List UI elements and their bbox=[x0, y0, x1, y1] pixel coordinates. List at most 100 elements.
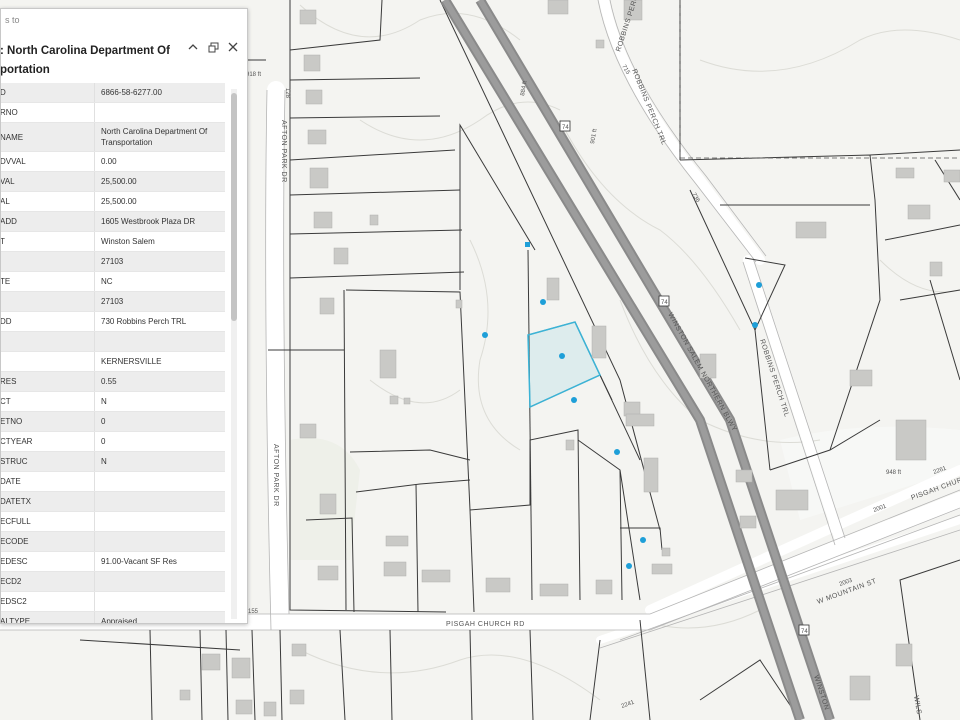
popup-title-line1: : North Carolina Department Of bbox=[0, 45, 170, 57]
field-name: STRUC bbox=[1, 452, 95, 471]
popup-title: : North Carolina Department Of portation bbox=[0, 42, 180, 80]
popup-actions bbox=[185, 39, 241, 55]
table-row: EDSC2 bbox=[1, 592, 225, 612]
elev-918: 918 ft bbox=[246, 72, 261, 78]
popup-scrollbar[interactable] bbox=[231, 89, 237, 619]
field-name: CT bbox=[1, 392, 95, 411]
field-value: Appraised bbox=[101, 617, 138, 624]
table-row: D 6866-58-6277.00 bbox=[1, 83, 225, 103]
field-value bbox=[95, 332, 225, 351]
table-row: ECODE bbox=[1, 532, 225, 552]
table-row: CT N bbox=[1, 392, 225, 412]
table-row: ECD2 bbox=[1, 572, 225, 592]
field-value: 0 bbox=[101, 437, 106, 446]
dock-icon[interactable] bbox=[205, 39, 221, 55]
table-row: EDESC 91.00-Vacant SF Res bbox=[1, 552, 225, 572]
field-value: 27103 bbox=[101, 257, 124, 266]
field-name: EDSC2 bbox=[1, 592, 95, 611]
table-row: RES 0.55 bbox=[1, 372, 225, 392]
table-row: RNO bbox=[1, 103, 225, 123]
pisgah-church-rd-label: PISGAH CHURCH RD bbox=[446, 621, 525, 628]
field-value: N bbox=[101, 457, 107, 466]
field-value: N bbox=[101, 397, 107, 406]
field-name: RES bbox=[1, 372, 95, 391]
field-name: NAME bbox=[1, 123, 95, 151]
field-value bbox=[95, 592, 225, 611]
field-name bbox=[1, 332, 95, 351]
table-row: ECFULL bbox=[1, 512, 225, 532]
table-row: KERNERSVILLE bbox=[1, 352, 225, 372]
table-row: 27103 bbox=[1, 252, 225, 272]
table-row: CTYEAR 0 bbox=[1, 432, 225, 452]
route-74-a: 74 bbox=[562, 125, 569, 131]
field-value: 730 Robbins Perch TRL bbox=[101, 317, 187, 326]
field-name: RNO bbox=[1, 103, 95, 122]
table-row: VAL 25,500.00 bbox=[1, 172, 225, 192]
table-row: STRUC N bbox=[1, 452, 225, 472]
field-value: 27103 bbox=[101, 297, 124, 306]
field-name: DVVAL bbox=[1, 152, 95, 171]
table-row: DVVAL 0.00 bbox=[1, 152, 225, 172]
table-row bbox=[1, 332, 225, 352]
field-name: ETNO bbox=[1, 412, 95, 431]
field-value: North Carolina Department Of Transportat… bbox=[101, 127, 208, 147]
table-row: NAME North Carolina Department Of Transpo… bbox=[1, 123, 225, 152]
table-row: TE NC bbox=[1, 272, 225, 292]
field-name: EDESC bbox=[1, 552, 95, 571]
field-name bbox=[1, 292, 95, 311]
afton-park-dr-label-top: AFTON PARK DR bbox=[280, 120, 287, 183]
field-name: D bbox=[1, 83, 95, 102]
field-name: DATETX bbox=[1, 492, 95, 511]
field-value: 0.55 bbox=[101, 377, 117, 386]
table-row: DATETX bbox=[1, 492, 225, 512]
table-row: AL 25,500.00 bbox=[1, 192, 225, 212]
route-74-c: 74 bbox=[801, 629, 808, 635]
field-value: 25,500.00 bbox=[101, 197, 137, 206]
elev-948: 948 ft bbox=[886, 470, 901, 476]
field-name: AL bbox=[1, 192, 95, 211]
field-name: ECODE bbox=[1, 532, 95, 551]
field-value: 0.00 bbox=[101, 157, 117, 166]
table-row: ALTYPE Appraised bbox=[1, 612, 225, 624]
chevron-up-icon[interactable] bbox=[185, 39, 201, 55]
table-row: T Winston Salem bbox=[1, 232, 225, 252]
feature-popup[interactable]: s to : North Carolina Department Of port… bbox=[0, 8, 248, 624]
table-row: ETNO 0 bbox=[1, 412, 225, 432]
table-row: DATE bbox=[1, 472, 225, 492]
field-value bbox=[95, 103, 225, 122]
route-74-b: 74 bbox=[661, 300, 668, 306]
field-name: ECFULL bbox=[1, 512, 95, 531]
field-value: KERNERSVILLE bbox=[101, 357, 162, 366]
attribute-table: D 6866-58-6277.00 RNO NAME North Carolina De… bbox=[1, 83, 225, 624]
close-icon[interactable] bbox=[225, 39, 241, 55]
field-name: CTYEAR bbox=[1, 432, 95, 451]
addr-155: 155 bbox=[248, 609, 259, 615]
field-name: T bbox=[1, 232, 95, 251]
field-name: DATE bbox=[1, 472, 95, 491]
field-name bbox=[1, 252, 95, 271]
field-value bbox=[95, 572, 225, 591]
field-value bbox=[95, 512, 225, 531]
table-row: 27103 bbox=[1, 292, 225, 312]
field-name: TE bbox=[1, 272, 95, 291]
addr-128: 128 bbox=[284, 88, 290, 99]
afton-park-dr-label-bottom: AFTON PARK DR bbox=[272, 444, 279, 507]
field-name: DD bbox=[1, 312, 95, 331]
scrollbar-thumb[interactable] bbox=[231, 93, 237, 321]
table-row: ADD 1605 Westbrook Plaza DR bbox=[1, 212, 225, 232]
field-value: NC bbox=[101, 277, 113, 286]
field-value bbox=[95, 532, 225, 551]
field-name: ECD2 bbox=[1, 572, 95, 591]
field-value: 25,500.00 bbox=[101, 177, 137, 186]
field-value bbox=[95, 472, 225, 491]
field-value: 6866-58-6277.00 bbox=[101, 88, 162, 97]
field-name: ADD bbox=[1, 212, 95, 231]
field-value: 0 bbox=[101, 417, 106, 426]
field-value bbox=[95, 492, 225, 511]
table-row: DD 730 Robbins Perch TRL bbox=[1, 312, 225, 332]
field-value: 1605 Westbrook Plaza DR bbox=[101, 217, 196, 226]
field-value: 91.00-Vacant SF Res bbox=[101, 557, 177, 566]
popup-title-line2: portation bbox=[0, 64, 50, 76]
field-name bbox=[1, 352, 95, 371]
popup-header-text: s to bbox=[5, 15, 20, 25]
